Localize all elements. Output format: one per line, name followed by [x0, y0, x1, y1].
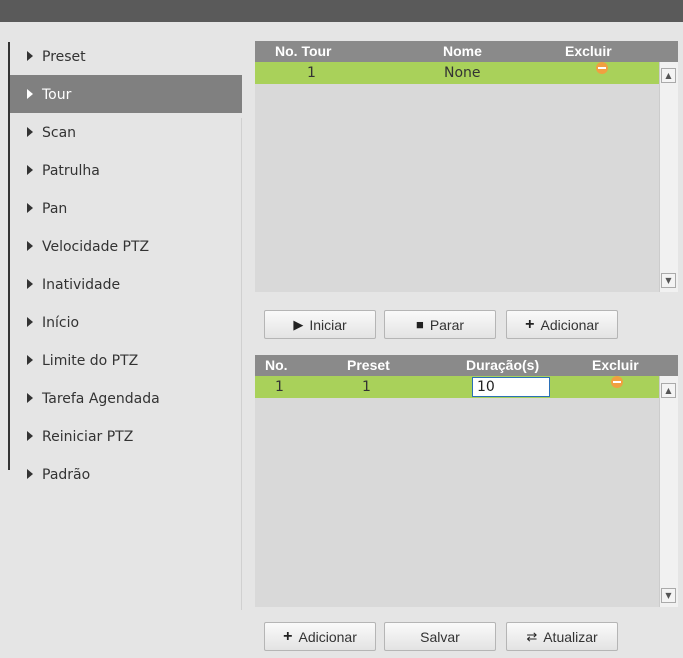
sidebar-item-velocidade-ptz[interactable]: Velocidade PTZ	[10, 227, 242, 265]
tour-scrollbar[interactable]: ▲ ▼	[659, 62, 678, 292]
sidebar-item-tour[interactable]: Tour	[10, 75, 242, 113]
column-header: Duração(s)	[466, 357, 540, 373]
column-header: Excluir	[565, 43, 612, 59]
top-bar	[0, 0, 683, 22]
preset-row-number: 1	[275, 379, 284, 395]
sidebar: Preset Tour Scan Patrulha Pan Velocidade…	[10, 37, 242, 493]
column-header: Excluir	[592, 357, 639, 373]
sidebar-item-tarefa-agendada[interactable]: Tarefa Agendada	[10, 379, 242, 417]
preset-table: No. Preset Duração(s) Excluir 1 1 ▲ ▼	[255, 355, 678, 607]
scroll-down-icon[interactable]: ▼	[661, 273, 676, 288]
add-tour-button[interactable]: + Adicionar	[506, 310, 618, 339]
duration-input[interactable]	[472, 377, 550, 397]
caret-right-icon	[27, 279, 33, 289]
sidebar-item-padrao[interactable]: Padrão	[10, 455, 242, 493]
stop-tour-button[interactable]: ■ Parar	[384, 310, 496, 339]
sidebar-item-scan[interactable]: Scan	[10, 113, 242, 151]
sidebar-item-label: Pan	[42, 201, 68, 217]
caret-right-icon	[27, 51, 33, 61]
scroll-down-icon[interactable]: ▼	[661, 588, 676, 603]
caret-right-icon	[27, 355, 33, 365]
caret-right-icon	[27, 431, 33, 441]
delete-icon[interactable]	[611, 376, 623, 388]
sidebar-item-label: Tour	[42, 87, 72, 103]
caret-right-icon	[27, 89, 33, 99]
sidebar-item-label: Scan	[42, 125, 77, 141]
caret-right-icon	[27, 127, 33, 137]
table-row[interactable]: 1 None	[255, 62, 660, 84]
preset-scrollbar[interactable]: ▲ ▼	[659, 376, 678, 607]
sidebar-item-inatividade[interactable]: Inatividade	[10, 265, 242, 303]
preset-table-header: No. Preset Duração(s) Excluir	[255, 355, 678, 376]
sidebar-item-pan[interactable]: Pan	[10, 189, 242, 227]
tour-name: None	[444, 65, 481, 81]
sidebar-item-preset[interactable]: Preset	[10, 37, 242, 75]
scroll-up-icon[interactable]: ▲	[661, 383, 676, 398]
tour-table: No. Tour Nome Excluir 1 None ▲ ▼	[255, 41, 678, 292]
sidebar-item-label: Reiniciar PTZ	[42, 429, 134, 445]
sidebar-item-label: Padrão	[42, 467, 91, 483]
save-button[interactable]: Salvar	[384, 622, 496, 651]
caret-right-icon	[27, 317, 33, 327]
sidebar-item-limite-ptz[interactable]: Limite do PTZ	[10, 341, 242, 379]
tour-table-header: No. Tour Nome Excluir	[255, 41, 678, 62]
sidebar-item-label: Início	[42, 315, 80, 331]
scroll-up-icon[interactable]: ▲	[661, 68, 676, 83]
stop-icon: ■	[415, 317, 424, 332]
refresh-icon: ⇄	[526, 629, 538, 644]
caret-right-icon	[27, 469, 33, 479]
plus-icon: +	[525, 315, 535, 333]
sidebar-item-label: Velocidade PTZ	[42, 239, 150, 255]
caret-right-icon	[27, 393, 33, 403]
add-preset-button[interactable]: + Adicionar	[264, 622, 376, 651]
column-header: No.	[265, 357, 288, 373]
delete-icon[interactable]	[596, 62, 608, 74]
sidebar-divider	[241, 118, 242, 610]
tour-number: 1	[307, 65, 316, 81]
sidebar-item-reiniciar-ptz[interactable]: Reiniciar PTZ	[10, 417, 242, 455]
column-header: Preset	[347, 357, 390, 373]
sidebar-item-label: Preset	[42, 49, 86, 65]
caret-right-icon	[27, 165, 33, 175]
column-header: No. Tour	[275, 43, 332, 59]
sidebar-item-label: Tarefa Agendada	[42, 391, 160, 407]
refresh-button[interactable]: ⇄ Atualizar	[506, 622, 618, 651]
play-icon: ▶	[293, 317, 304, 332]
sidebar-item-label: Patrulha	[42, 163, 100, 179]
table-row[interactable]: 1 1	[255, 376, 660, 398]
caret-right-icon	[27, 203, 33, 213]
sidebar-item-patrulha[interactable]: Patrulha	[10, 151, 242, 189]
caret-right-icon	[27, 241, 33, 251]
sidebar-item-label: Inatividade	[42, 277, 121, 293]
column-header: Nome	[443, 43, 482, 59]
start-tour-button[interactable]: ▶ Iniciar	[264, 310, 376, 339]
sidebar-item-label: Limite do PTZ	[42, 353, 139, 369]
preset-value: 1	[362, 379, 371, 395]
plus-icon: +	[283, 627, 293, 645]
sidebar-item-inicio[interactable]: Início	[10, 303, 242, 341]
